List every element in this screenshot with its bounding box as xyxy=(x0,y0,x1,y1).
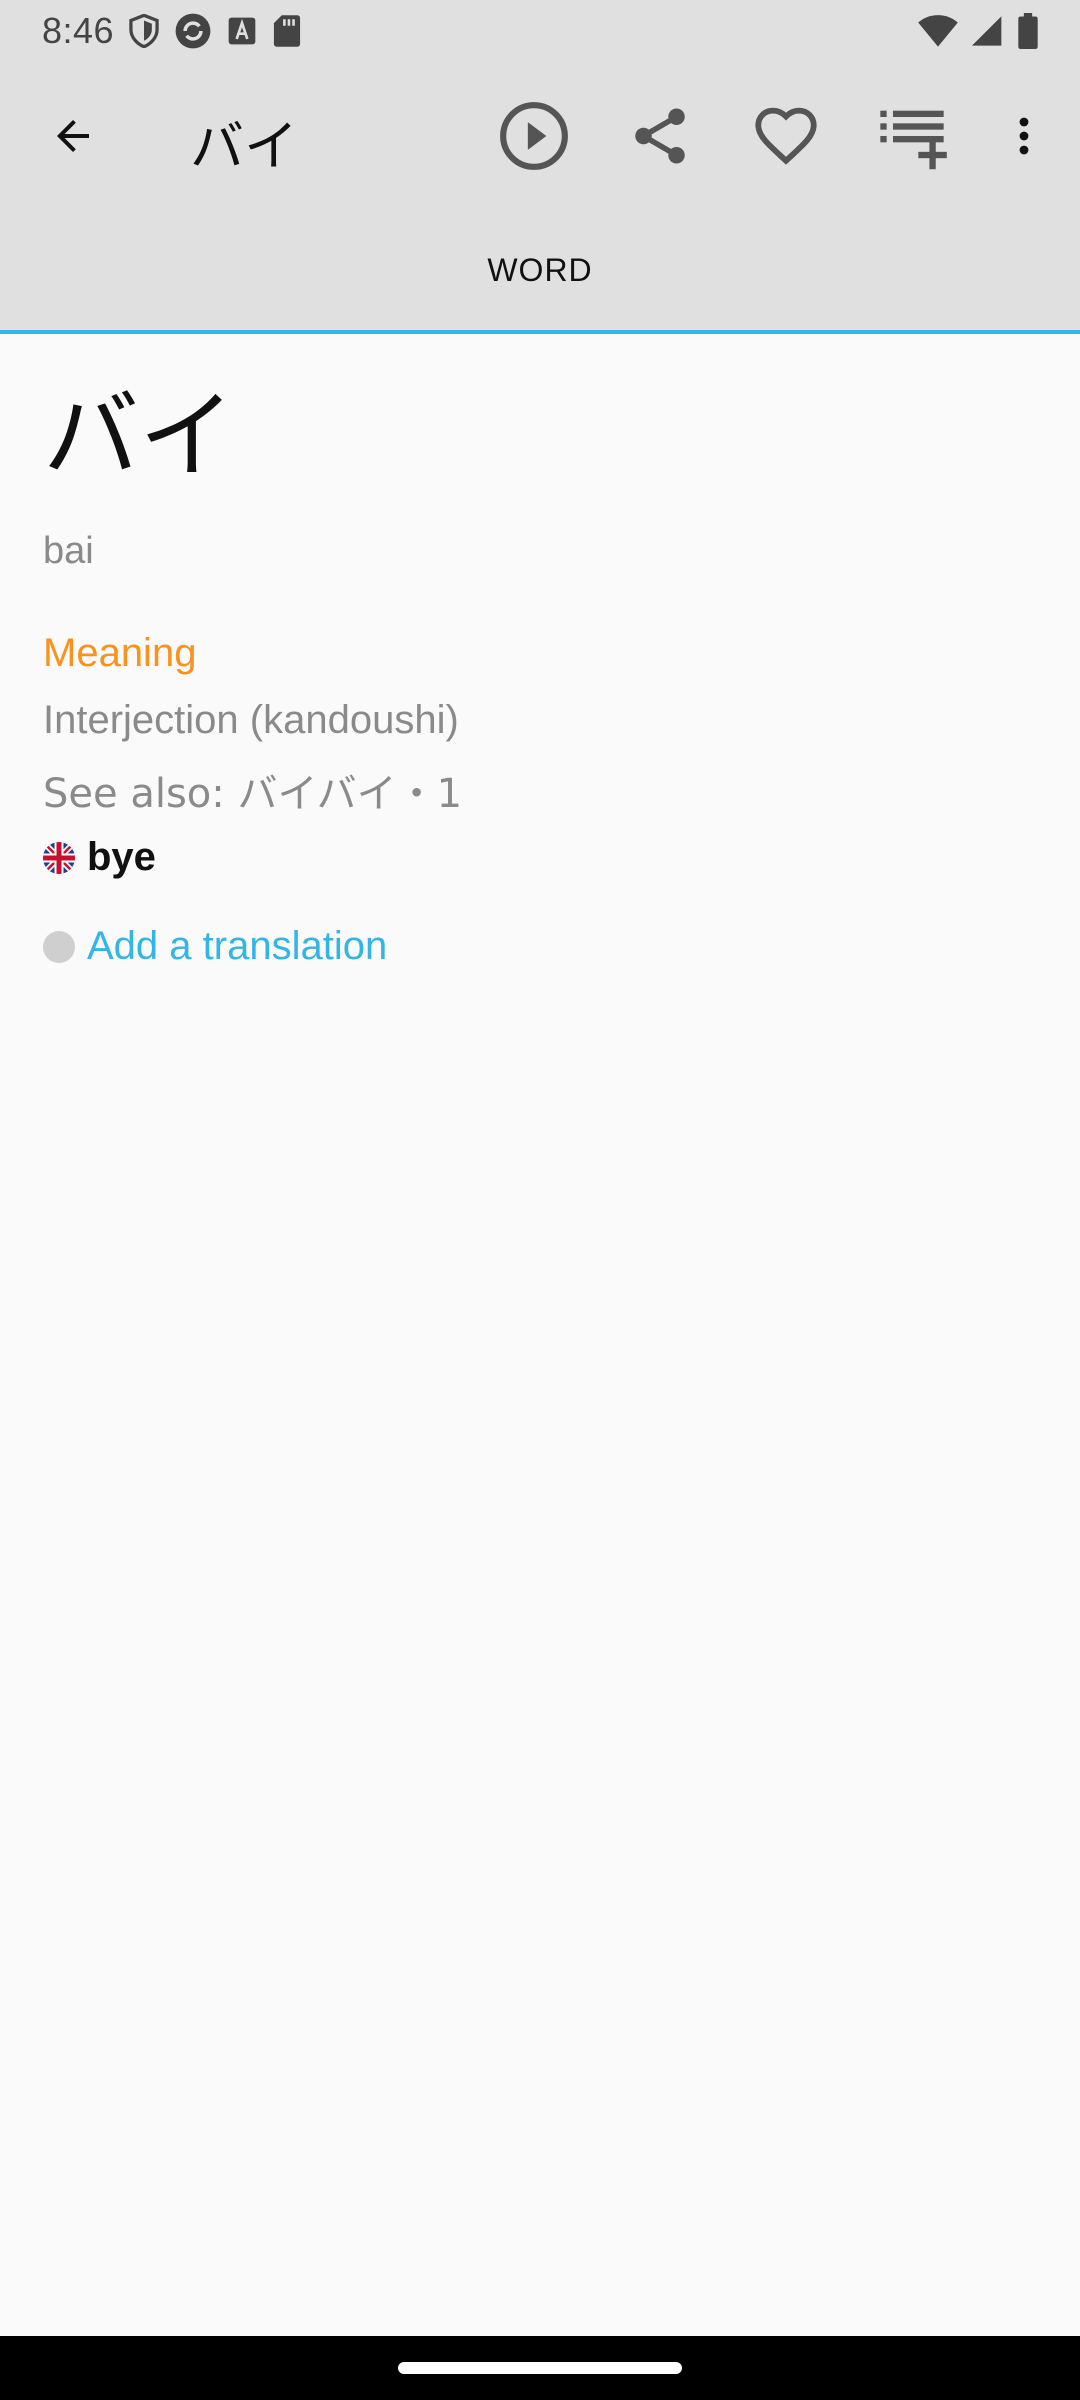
favorite-button[interactable] xyxy=(738,88,834,184)
battery-icon xyxy=(1018,13,1038,49)
wifi-icon xyxy=(918,15,958,47)
reading: bai xyxy=(43,530,94,572)
status-bar: 8:46 xyxy=(0,0,1080,62)
add-translation-button[interactable]: Add a translation xyxy=(43,924,1043,969)
heart-icon xyxy=(755,107,817,165)
app-bar: バイ xyxy=(0,62,1080,210)
play-button[interactable] xyxy=(486,88,582,184)
part-of-speech: Interjection (kandoushi) xyxy=(43,698,459,742)
word-entry: バイ bai Meaning Interjection (kandoushi) … xyxy=(43,334,1043,969)
shield-icon xyxy=(129,14,159,48)
share-button[interactable] xyxy=(612,88,708,184)
system-nav-bar xyxy=(0,2336,1080,2400)
meaning-section-title: Meaning xyxy=(43,631,197,675)
word-detail-screen: 8:46 バイ WORD バイ bai Meaning Interjection… xyxy=(0,0,1080,2400)
share-icon xyxy=(635,108,685,164)
add-translation-label: Add a translation xyxy=(87,924,388,968)
playlist-add-icon xyxy=(880,110,947,170)
signal-icon xyxy=(972,16,1002,46)
app-title: バイ xyxy=(190,115,298,178)
uk-flag-icon xyxy=(43,841,75,874)
sd-card-icon xyxy=(274,15,301,47)
font-icon xyxy=(228,17,256,45)
translation-text: bye xyxy=(87,835,156,879)
status-left-icons xyxy=(128,12,302,50)
translation-row: bye xyxy=(43,835,1043,880)
status-right-icons xyxy=(918,13,1038,49)
tab-word[interactable]: WORD xyxy=(0,210,1080,330)
sync-icon xyxy=(175,13,211,49)
headword: バイ xyxy=(43,380,235,492)
see-also-link[interactable]: See also: バイバイ・1 xyxy=(43,761,1043,819)
grey-dot-icon xyxy=(43,930,75,963)
back-arrow-icon xyxy=(57,120,89,152)
status-time: 8:46 xyxy=(42,10,115,51)
tab-bar: WORD xyxy=(0,210,1080,334)
home-gesture-pill[interactable] xyxy=(398,2362,682,2374)
more-options-button[interactable] xyxy=(976,88,1072,184)
back-button[interactable] xyxy=(25,88,121,184)
add-to-list-button[interactable] xyxy=(864,88,960,184)
more-vert-icon xyxy=(1019,117,1029,155)
play-icon xyxy=(500,102,568,170)
